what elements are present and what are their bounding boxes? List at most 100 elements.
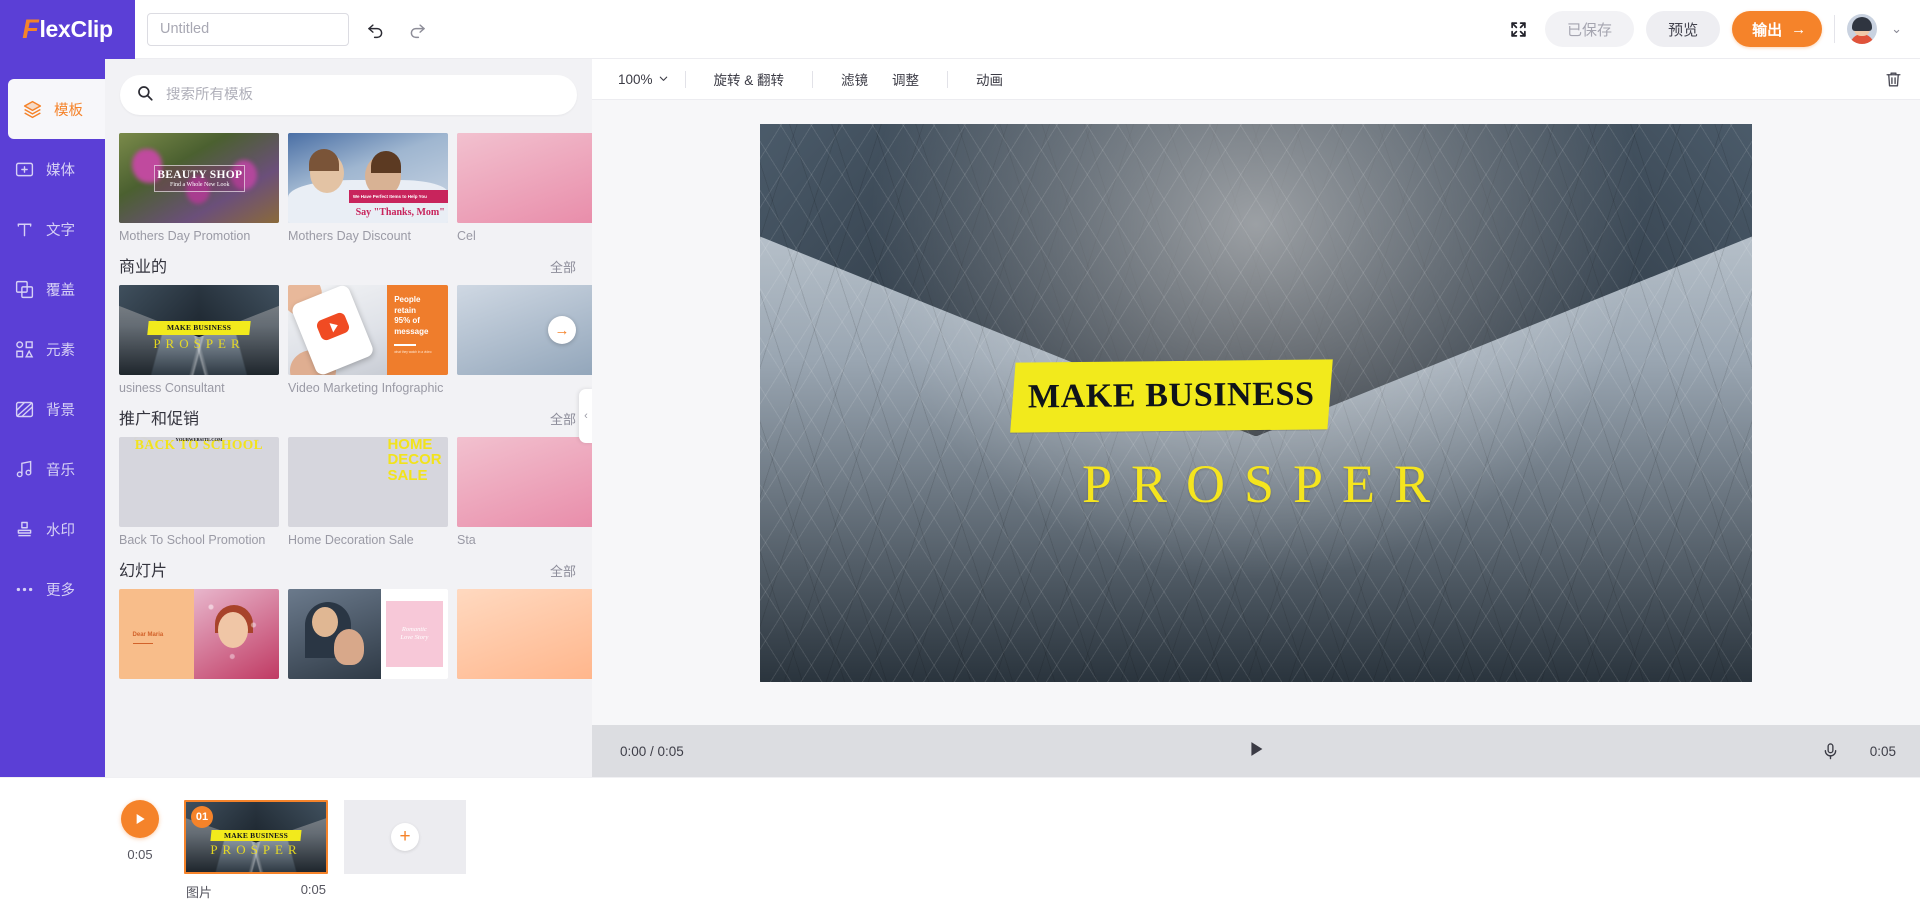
section-see-all[interactable]: 全部 — [550, 257, 576, 276]
template-card[interactable] — [457, 589, 592, 679]
background-icon — [13, 398, 35, 420]
clip-headline: MAKE BUSINESS — [223, 830, 289, 840]
canvas-headline-band[interactable]: MAKE BUSINESS — [1010, 359, 1334, 433]
thumb-text: Dear Maria — [132, 632, 164, 639]
template-card[interactable]: Dear Maria — [119, 589, 279, 679]
template-card[interactable]: People retain 95% of message what they w… — [288, 285, 448, 395]
tool-adjust[interactable]: 调整 — [880, 69, 931, 89]
play-circle-icon[interactable] — [121, 800, 159, 838]
sidebar-item-watermark[interactable]: 水印 — [0, 499, 105, 559]
thumb-line-3: SALE — [387, 466, 428, 484]
media-add-icon — [13, 158, 35, 180]
project-title-input[interactable] — [147, 12, 349, 46]
sidebar-item-templates[interactable]: 模板 — [8, 79, 105, 139]
template-card[interactable]: HOME DECOR SALE Decorate your home for l… — [288, 437, 448, 547]
thumb-line-3: message — [394, 326, 429, 336]
text-icon — [13, 218, 35, 240]
arrow-right-icon: → — [1791, 20, 1807, 38]
canvas-subline[interactable]: PROSPER — [760, 453, 1752, 515]
trash-icon[interactable] — [1880, 66, 1906, 92]
template-card[interactable]: ? BACK TO SCHOOL FIND MORE HERE: YOURWEB… — [119, 437, 279, 547]
play-button[interactable] — [1245, 738, 1267, 765]
sidebar-item-label: 文字 — [46, 222, 75, 239]
tool-animation[interactable]: 动画 — [964, 69, 1015, 89]
template-card[interactable]: Sta — [457, 437, 592, 547]
template-row: BEAUTY SHOP Find a Whole New Look Mother… — [119, 133, 592, 243]
undo-redo-group — [363, 17, 429, 41]
section-see-all[interactable]: 全部 — [550, 409, 576, 428]
template-thumbnail: ? BACK TO SCHOOL FIND MORE HERE: YOURWEB… — [119, 437, 279, 527]
sidebar-item-more[interactable]: 更多 — [0, 559, 105, 619]
thumb-line-1: Romantic — [401, 625, 427, 633]
thumb-line-2: DECOR — [387, 451, 442, 469]
app-logo[interactable]: FlexClip — [0, 0, 135, 59]
tool-rotate-flip[interactable]: 旋转 & 翻转 — [702, 69, 797, 89]
panel-collapse-handle[interactable]: ‹ — [579, 389, 592, 443]
template-row: MAKE BUSINESS PROSPER usiness Consultant — [119, 285, 592, 395]
template-card[interactable]: MAKE BUSINESS PROSPER usiness Consultant — [119, 285, 279, 395]
template-card[interactable]: Romantic Love Story — [288, 589, 448, 679]
video-canvas[interactable]: MAKE BUSINESS PROSPER — [760, 124, 1752, 682]
toolbar-divider — [947, 70, 949, 88]
template-card[interactable]: BEAUTY SHOP Find a Whole New Look Mother… — [119, 133, 279, 243]
section-see-all[interactable]: 全部 — [550, 561, 576, 580]
sidebar-item-media[interactable]: 媒体 — [0, 139, 105, 199]
sidebar-item-text[interactable]: 文字 — [0, 199, 105, 259]
search-box[interactable] — [120, 75, 577, 115]
section-title: 商业的 — [119, 259, 168, 276]
elements-icon — [13, 338, 35, 360]
thumb-title: MAKE BUSINESS — [166, 323, 232, 333]
sidebar-item-overlay[interactable]: 覆盖 — [0, 259, 105, 319]
template-thumbnail: People retain 95% of message what they w… — [288, 285, 448, 375]
preview-button[interactable]: 预览 — [1646, 11, 1721, 47]
player-bar: 0:00 / 0:05 0:05 — [592, 725, 1920, 777]
undo-icon[interactable] — [363, 17, 387, 41]
thumb-sub-2: YOURWEBSITE.COM — [175, 437, 223, 442]
sidebar-item-elements[interactable]: 元素 — [0, 319, 105, 379]
template-thumbnail: We Have Perfect Items to Help You Say "T… — [288, 133, 448, 223]
tool-filter[interactable]: 滤镜 — [829, 69, 880, 89]
section-title: 幻灯片 — [119, 563, 168, 580]
section-header: 幻灯片 全部 — [119, 547, 592, 589]
timeline-clip[interactable]: 01 MAKE BUSINESS PROSPER — [184, 800, 328, 874]
logo-f-mark: F — [22, 13, 39, 44]
saved-status-button[interactable]: 已保存 — [1545, 11, 1635, 47]
thumb-line-2: Love Story — [400, 634, 429, 641]
zoom-selector[interactable]: 100% — [618, 72, 669, 87]
template-thumbnail: MAKE BUSINESS PROSPER — [119, 285, 279, 375]
sidebar-item-label: 元素 — [46, 342, 75, 359]
template-card[interactable]: We Have Perfect Items to Help You Say "T… — [288, 133, 448, 243]
sidebar-item-music[interactable]: 音乐 — [0, 439, 105, 499]
section-0-clipped-title — [119, 121, 592, 133]
template-card[interactable]: Cel — [457, 133, 592, 243]
timeline-clip-column: 01 MAKE BUSINESS PROSPER 图片 0:05 + — [184, 800, 466, 901]
template-thumbnail: Romantic Love Story — [288, 589, 448, 679]
fullscreen-icon[interactable] — [1503, 14, 1533, 44]
chevron-down-icon[interactable]: ⌄ — [1889, 21, 1904, 37]
clip-subline: PROSPER — [210, 841, 302, 857]
plus-icon: + — [391, 823, 419, 851]
timeline-clip-meta: 图片 0:05 — [184, 882, 328, 901]
thumb-title: BEAUTY SHOP — [157, 169, 243, 182]
templates-scroll-area[interactable]: BEAUTY SHOP Find a Whole New Look Mother… — [105, 121, 592, 777]
microphone-icon[interactable] — [1821, 742, 1840, 761]
section-title: 推广和促销 — [119, 411, 200, 428]
sidebar-item-label: 模板 — [54, 102, 83, 119]
search-icon — [136, 84, 154, 107]
export-button[interactable]: 输出 → — [1732, 11, 1823, 47]
template-thumbnail: Dear Maria — [119, 589, 279, 679]
canvas-stage: MAKE BUSINESS PROSPER — [592, 100, 1920, 725]
music-icon — [13, 458, 35, 480]
carousel-next-button[interactable]: → — [548, 316, 576, 344]
template-name: Video Marketing Infographic — [288, 381, 444, 395]
sidebar-item-label: 覆盖 — [46, 282, 75, 299]
redo-icon[interactable] — [405, 17, 429, 41]
top-bar-actions: 已保存 预览 输出 → ⌄ — [1503, 11, 1920, 47]
avatar[interactable] — [1847, 14, 1878, 44]
add-clip-button[interactable]: + — [344, 800, 466, 874]
search-input[interactable] — [166, 87, 561, 103]
layers-icon — [21, 98, 43, 120]
sidebar-item-background[interactable]: 背景 — [0, 379, 105, 439]
thumb-line-small: what they watch in a video — [394, 350, 432, 355]
overlay-icon — [13, 278, 35, 300]
